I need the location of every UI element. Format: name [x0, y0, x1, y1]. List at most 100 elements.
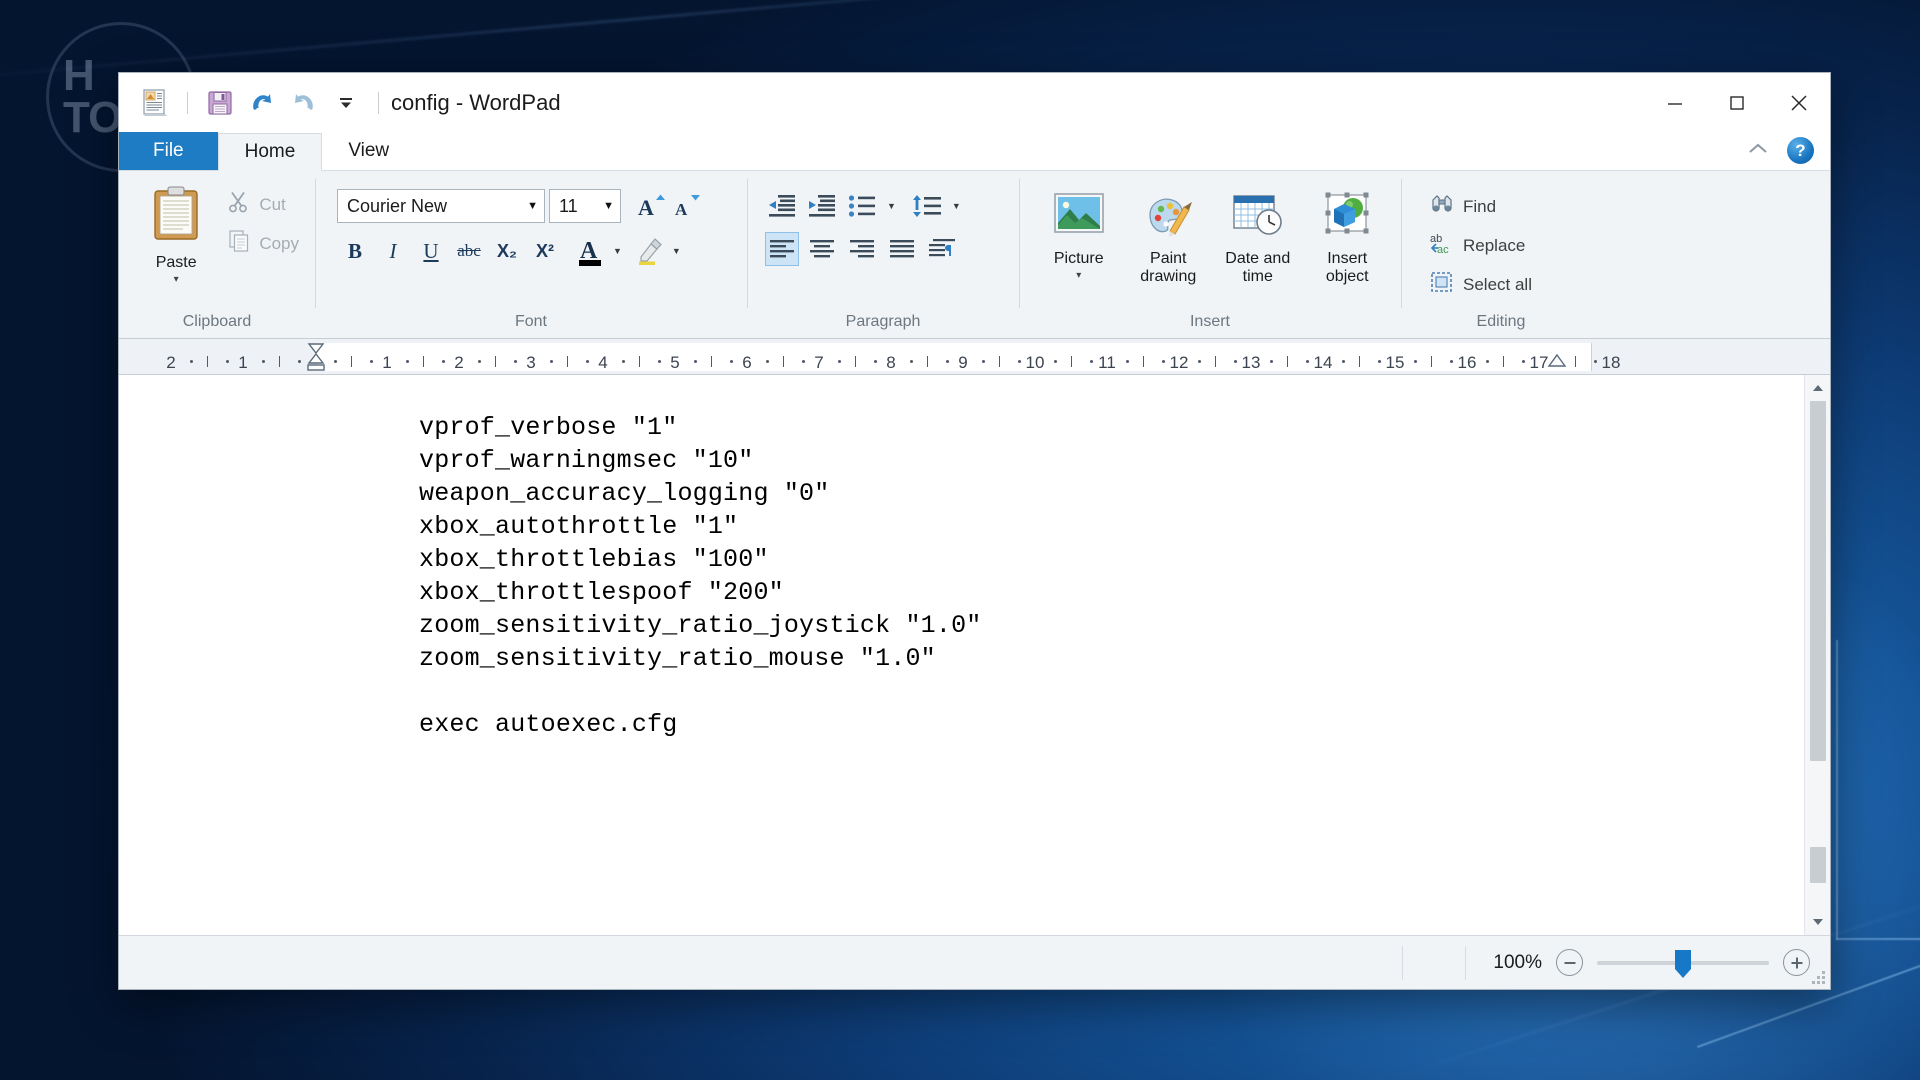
wordpad-document-icon[interactable]	[137, 85, 173, 121]
paste-button[interactable]: Paste ▾	[141, 179, 211, 285]
paragraph-settings-button[interactable]	[925, 232, 959, 266]
strikethrough-button[interactable]: abc	[451, 234, 487, 268]
text-highlight-caret-icon[interactable]: ▼	[672, 246, 681, 256]
justify-button[interactable]	[885, 232, 919, 266]
date-and-time-button[interactable]: Date and time	[1214, 185, 1302, 286]
window-controls	[1644, 73, 1830, 133]
group-label-clipboard: Clipboard	[182, 313, 252, 330]
chevron-up-icon[interactable]	[1747, 140, 1769, 161]
shrink-font-button[interactable]: A	[669, 189, 705, 223]
replace-button[interactable]: ab ac Replace	[1423, 230, 1531, 261]
scroll-down-arrow-icon[interactable]	[1804, 909, 1830, 935]
ruler-tick	[1306, 360, 1309, 363]
document-page[interactable]: vprof_verbose "1" vprof_warningmsec "10"…	[119, 375, 1804, 935]
find-button[interactable]: Find	[1423, 191, 1502, 222]
ruler-tick	[1359, 356, 1360, 367]
align-right-button[interactable]	[845, 232, 879, 266]
tab-file[interactable]: File	[119, 132, 218, 170]
help-icon[interactable]: ?	[1787, 137, 1814, 164]
underline-button[interactable]: U	[413, 234, 449, 268]
ruler-tick	[622, 360, 625, 363]
text-color-button[interactable]: A	[573, 234, 609, 268]
select-all-button[interactable]: Select all	[1423, 269, 1538, 300]
grow-font-button[interactable]: A	[633, 189, 669, 223]
line-spacing-caret-icon[interactable]: ▼	[952, 201, 961, 211]
document-area[interactable]: vprof_verbose "1" vprof_warningmsec "10"…	[119, 375, 1830, 935]
maximize-button[interactable]	[1706, 73, 1768, 133]
tab-home[interactable]: Home	[217, 133, 323, 171]
scroll-up-arrow-icon[interactable]	[1804, 375, 1830, 401]
zoom-slider-handle[interactable]	[1675, 949, 1691, 978]
resize-grip[interactable]	[1811, 970, 1825, 984]
ruler-number: 3	[526, 353, 536, 372]
insert-picture-button[interactable]: Picture ▾	[1035, 185, 1123, 281]
group-label-insert: Insert	[1189, 313, 1230, 330]
align-left-button[interactable]	[765, 232, 799, 266]
ruler-tick	[1018, 360, 1021, 363]
ruler-tick	[207, 356, 208, 367]
document-text[interactable]: vprof_verbose "1" vprof_warningmsec "10"…	[119, 411, 1804, 741]
tab-view[interactable]: View	[322, 132, 415, 170]
paint-drawing-label: Paint drawing	[1140, 249, 1197, 285]
ruler-tick	[1126, 360, 1129, 363]
font-family-combobox[interactable]: Courier New ▼	[337, 189, 545, 223]
paste-caret-icon[interactable]: ▾	[174, 274, 179, 285]
insert-picture-caret-icon[interactable]: ▾	[1076, 270, 1081, 281]
increase-indent-button[interactable]	[805, 189, 839, 223]
find-label: Find	[1463, 196, 1497, 216]
list-caret-icon[interactable]: ▼	[887, 201, 896, 211]
text-highlight-button[interactable]	[632, 234, 668, 268]
ruler-tick	[370, 360, 373, 363]
copy-button[interactable]: Copy	[221, 228, 305, 259]
group-label-paragraph: Paragraph	[845, 313, 921, 330]
scrollbar-thumb[interactable]	[1810, 401, 1826, 761]
align-center-button[interactable]	[805, 232, 839, 266]
cut-button[interactable]: Cut	[221, 189, 305, 220]
decrease-indent-button[interactable]	[765, 189, 799, 223]
ruler-tick	[406, 360, 409, 363]
ruler-tick	[1234, 360, 1237, 363]
ruler-tick	[586, 360, 589, 363]
start-a-list-button[interactable]	[845, 189, 879, 223]
ribbon: Paste ▾ Cut Copy Clipboard Courier New ▼…	[119, 171, 1830, 339]
save-icon[interactable]	[202, 85, 238, 121]
paint-drawing-button[interactable]: Paint drawing	[1125, 185, 1213, 286]
font-size-combobox[interactable]: 11 ▼	[549, 189, 621, 223]
scrollbar-thumb-lower[interactable]	[1810, 847, 1826, 883]
italic-button[interactable]: I	[375, 234, 411, 268]
undo-icon[interactable]	[244, 85, 280, 121]
ruler-tick	[946, 360, 949, 363]
subscript-button[interactable]: X₂	[489, 234, 525, 268]
ruler-tick	[711, 356, 712, 367]
customize-quick-access-caret[interactable]	[328, 85, 364, 121]
close-button[interactable]	[1768, 73, 1830, 133]
wallpaper-line	[1836, 938, 1920, 940]
ruler-number: 9	[958, 353, 968, 372]
ruler-number: 7	[814, 353, 824, 372]
minimize-button[interactable]	[1644, 73, 1706, 133]
zoom-in-button[interactable]	[1783, 949, 1810, 976]
left-indent-marker-icon[interactable]	[305, 341, 327, 375]
binoculars-icon	[1429, 192, 1455, 221]
scissors-icon	[227, 190, 251, 219]
right-indent-marker-icon[interactable]	[1547, 353, 1567, 375]
zoom-out-button[interactable]	[1556, 949, 1583, 976]
ruler-tick	[423, 356, 424, 367]
redo-icon[interactable]	[286, 85, 322, 121]
font-family-caret-icon[interactable]: ▼	[527, 200, 538, 212]
ruler-tick	[351, 356, 352, 367]
line-spacing-button[interactable]	[910, 189, 944, 223]
insert-object-button[interactable]: Insert object	[1304, 185, 1392, 286]
title-separator	[378, 92, 379, 114]
text-color-caret-icon[interactable]: ▼	[613, 246, 622, 256]
font-family-value: Courier New	[347, 195, 448, 216]
zoom-slider[interactable]	[1597, 949, 1769, 978]
ruler[interactable]: 2 1 1 2 3 4 5 6 7 8 9 10 11 12 13 14 15 16 17 18	[119, 339, 1830, 375]
ruler-tick	[1198, 360, 1201, 363]
font-size-caret-icon[interactable]: ▼	[603, 200, 614, 212]
title-bar[interactable]: config - WordPad	[119, 73, 1830, 133]
ruler-tick	[478, 360, 481, 363]
superscript-button[interactable]: X²	[527, 234, 563, 268]
bold-button[interactable]: B	[337, 234, 373, 268]
vertical-scrollbar[interactable]	[1804, 375, 1830, 935]
